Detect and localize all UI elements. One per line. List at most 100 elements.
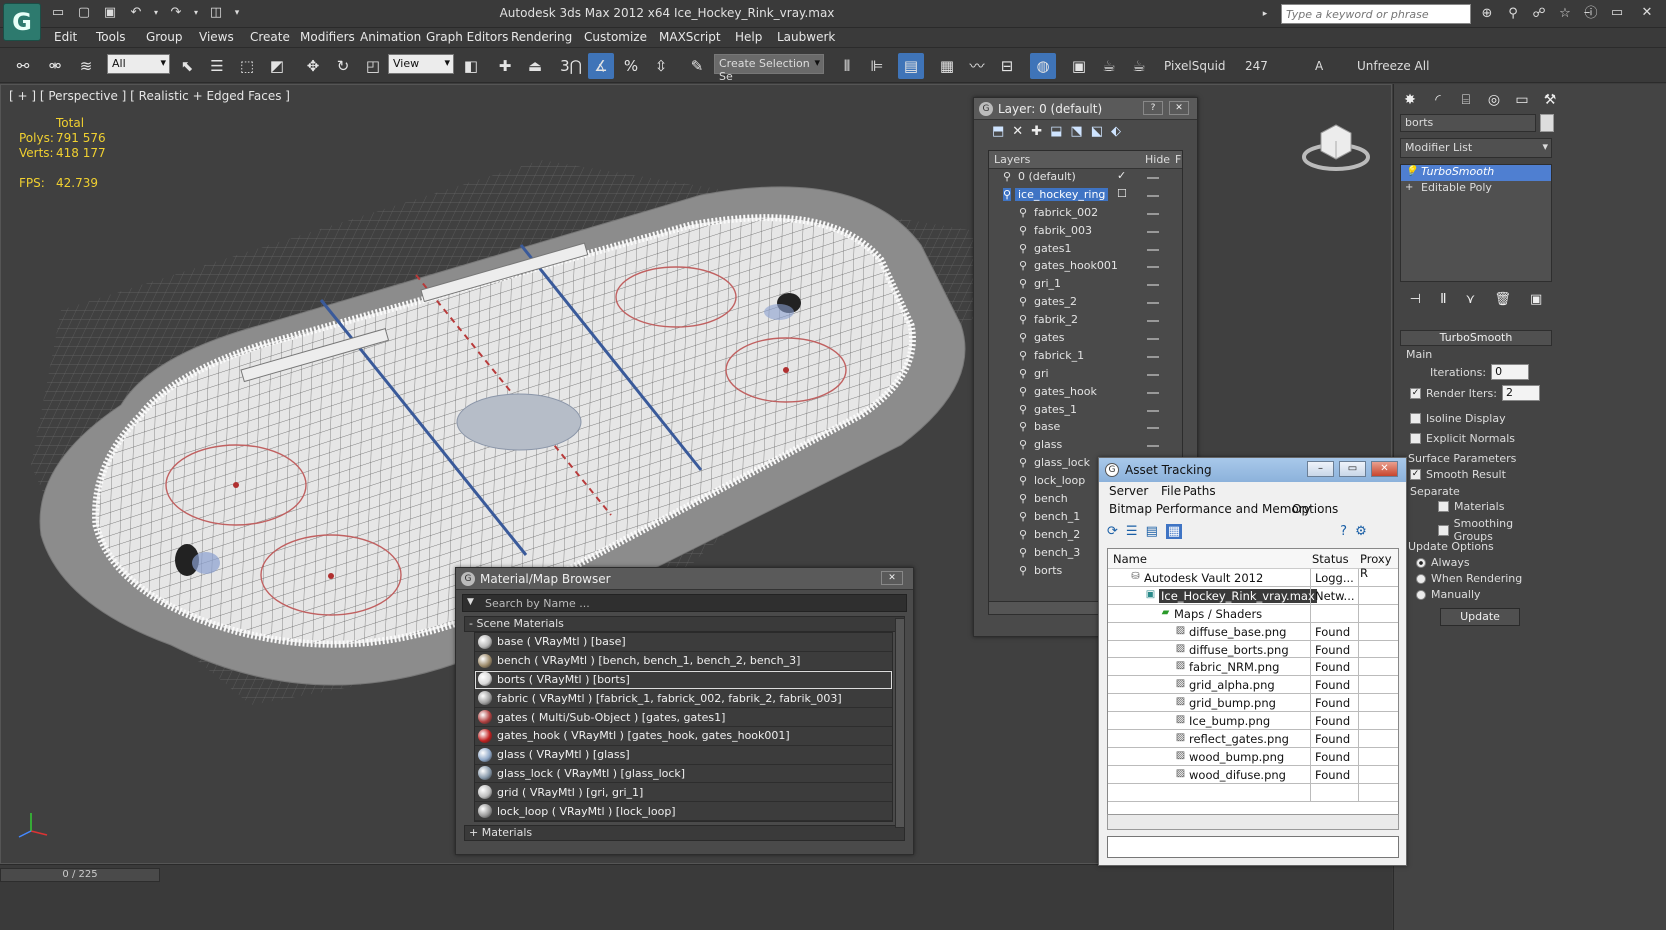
material-item[interactable]: base ( VRayMtl ) [base] — [475, 633, 892, 652]
menu-modifiers[interactable]: Modifiers — [300, 30, 355, 44]
layer-name[interactable]: base — [1031, 420, 1063, 433]
select-and-move-icon[interactable]: ✥ — [300, 53, 326, 79]
hide-toggle[interactable] — [1147, 338, 1159, 341]
hierarchy-tab-icon[interactable]: ⌸ — [1454, 88, 1478, 112]
col-f[interactable]: F — [1175, 153, 1181, 166]
layer-name[interactable]: bench — [1031, 492, 1071, 505]
material-browser-titlebar[interactable]: G Material/Map Browser ✕ — [456, 568, 913, 590]
menu-help[interactable]: Help — [735, 30, 762, 44]
percent-snap-icon[interactable]: % — [618, 53, 644, 79]
time-slider[interactable]: 0 / 225 — [0, 868, 160, 882]
help-icon[interactable]: ? — [1143, 101, 1163, 115]
layer-name[interactable]: gates_hook — [1031, 385, 1100, 398]
modify-tab-icon[interactable]: ◜ — [1426, 88, 1450, 112]
unlink-icon[interactable]: ⚮ — [42, 53, 68, 79]
menu-tools[interactable]: Tools — [96, 30, 126, 44]
hide-toggle[interactable] — [1147, 248, 1159, 251]
menu-bitmap-performance[interactable]: Bitmap Performance and Memory — [1109, 502, 1311, 516]
bind-space-warp-icon[interactable]: ≋ — [73, 53, 99, 79]
close-icon[interactable]: ✕ — [881, 571, 903, 585]
add-to-layer-icon[interactable]: ✚ — [1031, 124, 1042, 142]
hide-toggle[interactable] — [1147, 355, 1159, 358]
close-icon[interactable]: ✕ — [1169, 101, 1189, 115]
hide-toggle[interactable] — [1147, 302, 1159, 305]
asset-row[interactable] — [1108, 783, 1398, 802]
material-editor-icon[interactable]: ◍ — [1030, 53, 1056, 79]
hide-toggle[interactable] — [1147, 427, 1159, 430]
menu-views[interactable]: Views — [199, 30, 234, 44]
material-item[interactable]: lock_loop ( VRayMtl ) [lock_loop] — [475, 802, 892, 821]
rectangular-selection-icon[interactable]: ⬚ — [234, 53, 260, 79]
app-logo-icon[interactable]: G — [3, 3, 41, 41]
hide-toggle[interactable] — [1147, 177, 1159, 179]
asset-row[interactable]: ▰ Maps / Shaders — [1108, 604, 1398, 623]
layer-row[interactable]: ⚲ gri — [989, 366, 1182, 384]
highlight-selected-icon[interactable]: ⬔ — [1070, 124, 1082, 142]
maximize-icon[interactable]: ▭ — [1606, 2, 1628, 24]
hide-toggle[interactable] — [1147, 320, 1159, 323]
motion-tab-icon[interactable]: ◎ — [1482, 88, 1506, 112]
delete-layer-icon[interactable]: ✕ — [1012, 124, 1023, 142]
favorites-star-icon[interactable]: ☆ — [1555, 4, 1575, 24]
selection-filter-dropdown[interactable]: All — [107, 54, 170, 74]
configure-modifier-sets-icon[interactable]: ▣ — [1530, 292, 1542, 307]
hide-toggle[interactable] — [1147, 266, 1159, 269]
select-and-link-icon[interactable]: ⚯ — [10, 53, 36, 79]
layer-row[interactable]: ⚲ base — [989, 419, 1182, 437]
search-expand-icon[interactable]: ▸ — [1255, 4, 1275, 24]
layer-row[interactable]: ⚲ fabrik_003 — [989, 223, 1182, 241]
layer-name[interactable]: ice_hockey_ring — [1015, 187, 1109, 201]
stack-item-turbosmooth[interactable]: 💡 TurboSmooth — [1401, 165, 1551, 181]
asset-tracking-titlebar[interactable]: G Asset Tracking – ▭ ✕ — [1099, 458, 1406, 482]
col-layers[interactable]: Layers — [994, 153, 1030, 166]
asset-row[interactable]: ▨ diffuse_borts.png Found — [1108, 640, 1398, 659]
col-name[interactable]: Name — [1113, 552, 1147, 566]
select-object-icon[interactable]: ⬉ — [174, 53, 200, 79]
layer-name[interactable]: gates_1 — [1031, 403, 1080, 416]
always-radio[interactable] — [1416, 557, 1426, 568]
layer-window-titlebar[interactable]: G Layer: 0 (default) ? ✕ — [974, 98, 1197, 120]
select-and-rotate-icon[interactable]: ↻ — [330, 53, 356, 79]
layer-name[interactable]: lock_loop — [1031, 474, 1088, 487]
layer-row[interactable]: ⚲ gates_hook — [989, 384, 1182, 402]
separate-materials-checkbox[interactable] — [1438, 501, 1449, 512]
layer-row[interactable]: ⚲ ice_hockey_ring ☐ — [989, 187, 1182, 205]
layer-name[interactable]: 0 (default) — [1015, 170, 1079, 183]
scene-materials-section[interactable]: - Scene Materials — [464, 616, 905, 632]
pixelsquid-label[interactable]: PixelSquid — [1164, 59, 1226, 73]
menu-graph-editors[interactable]: Graph Editors — [426, 30, 508, 44]
lightbulb-icon[interactable]: 💡 — [1405, 166, 1417, 178]
asset-row[interactable]: ⛁ Autodesk Vault 2012 Logg... — [1108, 569, 1398, 587]
align-icon[interactable]: ⊫ — [864, 53, 890, 79]
menu-animation[interactable]: Animation — [360, 30, 421, 44]
remove-modifier-icon[interactable]: 🗑 — [1494, 292, 1511, 307]
curve-editor-icon[interactable]: 〰 — [964, 53, 990, 79]
mirror-icon[interactable]: ⫴ — [834, 53, 860, 79]
layer-name[interactable]: glass — [1031, 438, 1065, 451]
render-production-icon[interactable]: ☕ — [1126, 53, 1152, 79]
materials-section[interactable]: + Materials — [464, 824, 905, 841]
layer-name[interactable]: fabrick_1 — [1031, 349, 1087, 362]
menu-edit[interactable]: Edit — [54, 30, 77, 44]
layer-name[interactable]: fabrick_002 — [1031, 206, 1101, 219]
modifier-list-dropdown[interactable]: Modifier List — [1400, 138, 1552, 158]
hide-toggle[interactable] — [1147, 194, 1159, 197]
create-tab-icon[interactable]: ✸ — [1398, 88, 1422, 112]
layer-manager-icon[interactable]: ▤ — [898, 53, 924, 79]
reference-coordinate-dropdown[interactable]: View — [388, 54, 454, 74]
layer-name[interactable]: gates_2 — [1031, 295, 1080, 308]
menu-server[interactable]: Server — [1109, 484, 1148, 498]
named-selection-set-dropdown[interactable]: Create Selection Se — [714, 54, 824, 83]
menu-create[interactable]: Create — [250, 30, 290, 44]
subscription-icon[interactable]: ⚲ — [1503, 4, 1523, 24]
render-iters-checkbox[interactable]: ✓ — [1410, 387, 1421, 399]
menu-customize[interactable]: Customize — [584, 30, 647, 44]
minimize-icon[interactable]: – — [1307, 461, 1334, 477]
layer-row[interactable]: ⚲ fabrick_002 — [989, 205, 1182, 223]
material-item[interactable]: glass ( VRayMtl ) [glass] — [475, 746, 892, 765]
layer-name[interactable]: glass_lock — [1031, 456, 1093, 469]
render-iters-spinner[interactable]: 2 — [1501, 385, 1540, 401]
layer-row[interactable]: ⚲ glass — [989, 437, 1182, 455]
utilities-tab-icon[interactable]: ⚒ — [1538, 88, 1562, 112]
layer-row[interactable]: ⚲ gates_1 — [989, 402, 1182, 420]
